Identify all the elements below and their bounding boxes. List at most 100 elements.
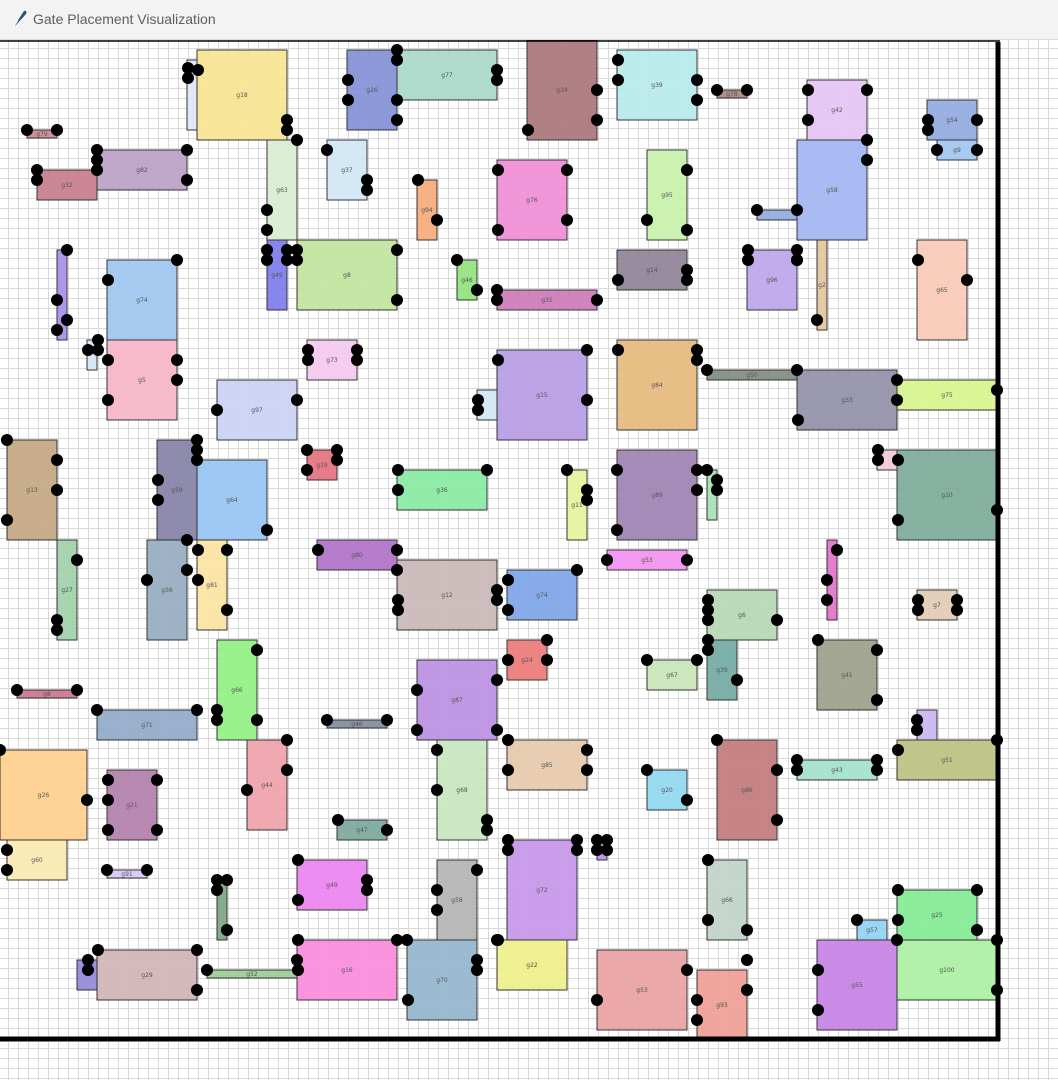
gate-g43[interactable]: g43: [796, 759, 878, 781]
pin-g81[interactable]: [192, 574, 204, 586]
gate-g96[interactable]: g96: [746, 249, 798, 311]
pin-g6[interactable]: [771, 614, 783, 626]
pin-g43[interactable]: [871, 764, 883, 776]
pin-g34[interactable]: [591, 114, 603, 126]
pin-g59[interactable]: [152, 474, 164, 486]
pin-g_magenta_bar[interactable]: [831, 544, 843, 556]
gate-g66[interactable]: g66: [216, 639, 258, 741]
pin-g76[interactable]: [561, 214, 573, 226]
pin-g_magenta_bar[interactable]: [821, 574, 833, 586]
pin-g13[interactable]: [1, 434, 13, 446]
pin-g58b[interactable]: [431, 904, 443, 916]
pin-g76[interactable]: [561, 164, 573, 176]
pin-g94[interactable]: [431, 214, 443, 226]
pin-g36[interactable]: [481, 464, 493, 476]
pin-g100[interactable]: [991, 984, 1003, 996]
pin-g_magenta_bar[interactable]: [821, 594, 833, 606]
gate-g72[interactable]: g72: [506, 839, 578, 941]
pin-g59[interactable]: [152, 494, 164, 506]
pin-g33[interactable]: [891, 374, 903, 386]
pin-g58b[interactable]: [431, 884, 443, 896]
pin-g5[interactable]: [171, 374, 183, 386]
pin-g66[interactable]: [251, 644, 263, 656]
pin-g7[interactable]: [951, 604, 963, 616]
gate-g89[interactable]: g89: [616, 449, 698, 541]
pin-g24[interactable]: [541, 654, 553, 666]
pin-g19[interactable]: [301, 464, 313, 476]
gate-g54[interactable]: g54: [926, 99, 978, 141]
pin-g94[interactable]: [412, 174, 424, 186]
gate-g50[interactable]: g50: [706, 369, 798, 381]
pin-g96[interactable]: [742, 254, 754, 266]
pin-g5[interactable]: [102, 394, 114, 406]
pin-g18[interactable]: [182, 72, 194, 84]
gate-g63[interactable]: g63: [266, 139, 298, 241]
pin-g87[interactable]: [411, 724, 423, 736]
pin-g78[interactable]: [711, 84, 723, 96]
pin-g46[interactable]: [471, 284, 483, 296]
pin-g15[interactable]: [492, 354, 504, 366]
gate-g49b[interactable]: g49: [296, 859, 368, 911]
gate-g97[interactable]: g97: [216, 379, 298, 441]
pin-g54[interactable]: [922, 124, 934, 136]
pin-g32[interactable]: [31, 174, 43, 186]
pin-g_link58[interactable]: [791, 204, 803, 216]
gate-g53b[interactable]: g53: [596, 949, 688, 1031]
pin-g_link58[interactable]: [751, 204, 763, 216]
pin-g75[interactable]: [991, 384, 1003, 396]
gate-g8b[interactable]: g8: [16, 689, 78, 699]
pin-g25[interactable]: [892, 884, 904, 896]
pin-g50[interactable]: [791, 364, 803, 376]
pin-g81[interactable]: [192, 544, 204, 556]
pin-g_lav_pad[interactable]: [911, 724, 923, 736]
pin-g96[interactable]: [791, 254, 803, 266]
pin-g55[interactable]: [812, 964, 824, 976]
pin-g51[interactable]: [991, 734, 1003, 746]
gate-g34[interactable]: g34: [526, 40, 598, 141]
pin-g41[interactable]: [871, 644, 883, 656]
pin-g56[interactable]: [141, 574, 153, 586]
pin-g_green_thin[interactable]: [221, 924, 233, 936]
pin-g64[interactable]: [261, 524, 273, 536]
pin-g49b[interactable]: [361, 884, 373, 896]
pin-g24[interactable]: [541, 634, 553, 646]
pin-g85[interactable]: [502, 764, 514, 776]
gate-g13[interactable]: g13: [6, 439, 58, 541]
pin-g79[interactable]: [51, 124, 63, 136]
pin-g20[interactable]: [641, 764, 653, 776]
gate-g39[interactable]: g39: [616, 49, 698, 121]
pin-g52[interactable]: [201, 964, 213, 976]
pin-g10[interactable]: [872, 454, 884, 466]
gate-box[interactable]: [756, 209, 798, 221]
pin-g68[interactable]: [481, 824, 493, 836]
pin-g18[interactable]: [192, 64, 204, 76]
gate-g16[interactable]: g16: [296, 939, 398, 1001]
pin-g63[interactable]: [291, 134, 303, 146]
pin-g49b[interactable]: [292, 894, 304, 906]
pin-g65[interactable]: [912, 254, 924, 266]
pin-g27[interactable]: [71, 554, 83, 566]
pin-g13[interactable]: [1, 514, 13, 526]
pin-g74[interactable]: [102, 274, 114, 286]
pin-g21[interactable]: [102, 774, 114, 786]
pin-g29[interactable]: [92, 944, 104, 956]
pin-g15[interactable]: [581, 394, 593, 406]
pin-g43[interactable]: [791, 764, 803, 776]
pin-g18[interactable]: [281, 124, 293, 136]
pin-g66b[interactable]: [702, 914, 714, 926]
gate-g93[interactable]: g93: [696, 969, 748, 1041]
gate-g10[interactable]: g10: [896, 449, 998, 541]
pin-g16[interactable]: [292, 964, 304, 976]
pin-g95[interactable]: [681, 164, 693, 176]
pin-g25[interactable]: [971, 884, 983, 896]
pin-g53[interactable]: [681, 554, 693, 566]
pin-g11[interactable]: [561, 464, 573, 476]
pin-g39[interactable]: [691, 94, 703, 106]
gate-g70[interactable]: g70: [406, 939, 478, 1021]
pin-g47[interactable]: [332, 814, 344, 826]
gate-g18[interactable]: g18: [196, 49, 288, 141]
pin-g39[interactable]: [691, 74, 703, 86]
pin-g57[interactable]: [851, 914, 863, 926]
pin-g_small_blue[interactable]: [92, 344, 104, 356]
gate-g59[interactable]: g59: [156, 439, 198, 541]
